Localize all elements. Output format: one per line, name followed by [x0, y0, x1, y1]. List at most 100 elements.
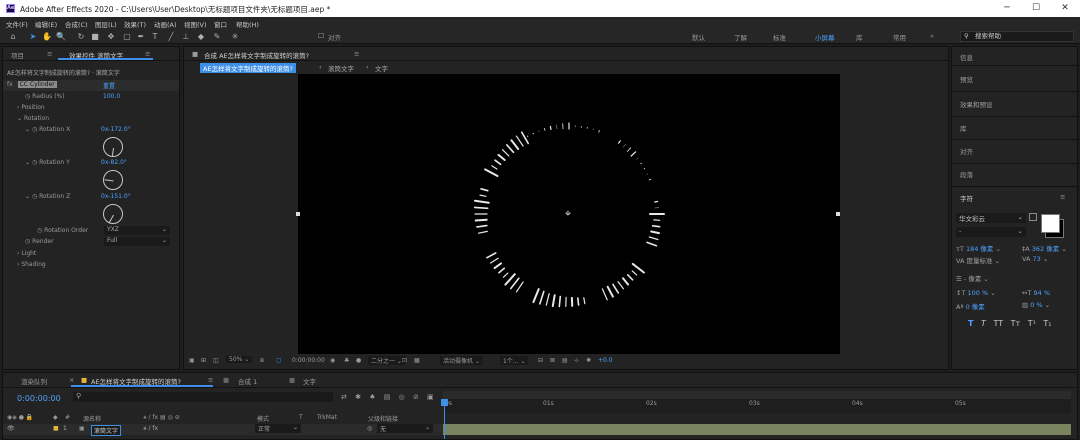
- color-channel-icon[interactable]: ●: [356, 357, 361, 364]
- exposure-value[interactable]: +0.0: [598, 357, 613, 364]
- tab-menu-icon[interactable]: ≡: [208, 376, 213, 384]
- prop-light[interactable]: › Light: [17, 250, 36, 260]
- tsume-field[interactable]: ▥ 0 % ⌄: [1022, 301, 1050, 309]
- graph-editor-icon[interactable]: ⊘: [413, 393, 419, 401]
- menu-edit[interactable]: 编辑(E): [35, 19, 57, 29]
- av-switches-icon[interactable]: ◉◈ ● 🔒: [7, 414, 33, 421]
- workspace-custom[interactable]: 常用: [893, 32, 906, 42]
- rotation-z-dial[interactable]: [103, 204, 123, 224]
- col-source-name[interactable]: 源名称: [83, 414, 101, 423]
- col-trkmat[interactable]: TrkMat: [317, 414, 337, 421]
- eraser-tool-icon[interactable]: ◆: [196, 31, 206, 42]
- stopwatch-icon[interactable]: ◷: [32, 126, 37, 133]
- layer-duration-bar[interactable]: [443, 424, 1071, 435]
- transparency-icon[interactable]: ▢: [276, 357, 282, 364]
- work-area-bar[interactable]: [443, 391, 1071, 399]
- rotation-order-select[interactable]: YXZ ⌄: [104, 226, 170, 235]
- font-style-select[interactable]: - ⌄: [956, 227, 1026, 237]
- workspace-standard[interactable]: 标准: [773, 32, 786, 42]
- tab-project[interactable]: 项目: [11, 50, 24, 60]
- snapshot-icon[interactable]: ◉: [330, 357, 335, 364]
- stopwatch-icon[interactable]: ◷: [37, 227, 42, 234]
- camera-select[interactable]: 活动摄像机 ⌄: [440, 356, 483, 365]
- breadcrumb-main-comp[interactable]: AE怎样将文字制成旋转的滚筒?: [200, 63, 297, 73]
- pen-tool-icon[interactable]: ✒: [136, 31, 146, 42]
- stopwatch-icon[interactable]: ◷: [32, 159, 37, 166]
- mode-select[interactable]: 正常 ⌄: [255, 424, 301, 433]
- menu-view[interactable]: 视图(V): [184, 19, 207, 29]
- rotation-x-dial[interactable]: [103, 137, 123, 157]
- camera-tool-icon[interactable]: ■: [90, 31, 100, 42]
- keyframe-icon[interactable]: ▣: [427, 393, 434, 401]
- workspace-learn[interactable]: 了解: [734, 32, 747, 42]
- prop-shading[interactable]: › Shading: [17, 261, 46, 271]
- flowchart-icon[interactable]: ⊹: [574, 357, 579, 364]
- timeline-icon[interactable]: ▤: [562, 357, 568, 364]
- label-icon[interactable]: ◆: [53, 414, 58, 421]
- brush-tool-icon[interactable]: ╱: [166, 31, 176, 42]
- fx-icon[interactable]: fx: [7, 81, 13, 88]
- rotation-x-value[interactable]: 0x-172.0°: [101, 126, 131, 133]
- type-tool-icon[interactable]: T: [150, 31, 160, 42]
- font-family-select[interactable]: 华文彩云 ⌄: [956, 213, 1026, 223]
- col-parent[interactable]: 父级和链接: [368, 414, 398, 423]
- tab-render-queue[interactable]: 渲染队列: [21, 376, 47, 386]
- rotate-tool-icon[interactable]: ↻: [76, 31, 86, 42]
- zoom-select[interactable]: 50% ⌄: [226, 356, 253, 363]
- rotation-z-value[interactable]: 0x-151.0°: [101, 193, 131, 200]
- reset-exposure-icon[interactable]: ✺: [586, 357, 591, 364]
- radius-value[interactable]: 100.0: [103, 93, 120, 100]
- tab-menu-icon[interactable]: ≡: [354, 50, 359, 58]
- minimize-button[interactable]: ─: [995, 2, 1019, 15]
- clone-tool-icon[interactable]: ⊥: [181, 31, 191, 42]
- roi-icon[interactable]: ⊡: [402, 357, 407, 364]
- superscript-button[interactable]: T¹: [1028, 319, 1036, 328]
- current-time[interactable]: 0:00:00:00: [292, 357, 325, 364]
- resolution-toggle-icon[interactable]: ⧈: [260, 357, 264, 365]
- layer-label-color[interactable]: ■: [53, 425, 59, 432]
- roto-tool-icon[interactable]: ✎: [212, 31, 222, 42]
- panel-menu-icon[interactable]: ≡: [1060, 193, 1065, 201]
- col-mode[interactable]: 模式: [257, 414, 269, 423]
- guides-icon[interactable]: ◫: [213, 357, 219, 364]
- menu-file[interactable]: 文件(F): [6, 19, 28, 29]
- toggle-pixel-icon[interactable]: ⊟: [538, 357, 543, 364]
- motion-blur-icon[interactable]: ◎: [399, 393, 405, 401]
- baseline-field[interactable]: Aª 0 像素: [956, 301, 985, 311]
- zoom-tool-icon[interactable]: 🔍: [56, 31, 66, 42]
- time-ruler[interactable]: 0s 01s 02s 03s 04s 05s: [443, 399, 1071, 413]
- pan-behind-tool-icon[interactable]: ✥: [106, 31, 116, 42]
- subscript-button[interactable]: T₁: [1043, 319, 1051, 328]
- fill-color-swatch[interactable]: [1041, 214, 1060, 233]
- tab-composition[interactable]: 合成 AE怎样将文字制成旋转的滚筒?: [204, 50, 309, 60]
- timeline-timecode[interactable]: 0:00:00:00: [17, 394, 61, 403]
- menu-help[interactable]: 帮助(H): [236, 19, 259, 29]
- close-button[interactable]: ✕: [1053, 2, 1077, 15]
- workspace-libraries[interactable]: 库: [856, 32, 863, 42]
- rotation-y-value[interactable]: 0x-82.0°: [101, 159, 127, 166]
- stopwatch-icon[interactable]: ◷: [25, 238, 30, 245]
- prop-position[interactable]: › Position: [17, 104, 45, 114]
- horizontal-scale-field[interactable]: ↔T 94 %: [1022, 289, 1050, 297]
- eyedropper-icon[interactable]: [1029, 213, 1037, 221]
- faux-italic-button[interactable]: T: [981, 319, 986, 328]
- parent-select[interactable]: 无 ⌄: [377, 424, 433, 433]
- all-caps-button[interactable]: TT: [993, 319, 1003, 328]
- leading-field[interactable]: ‡A 362 像素 ⌄: [1022, 243, 1067, 253]
- small-caps-button[interactable]: Tт: [1011, 319, 1021, 328]
- menu-effect[interactable]: 效果(T): [124, 19, 146, 29]
- puppet-tool-icon[interactable]: ✳: [230, 31, 240, 42]
- playhead-handle[interactable]: [441, 399, 448, 406]
- workspace-small-screen[interactable]: 小屏幕: [815, 32, 835, 42]
- tab-comp-1[interactable]: 合成 1: [238, 376, 257, 386]
- shy-icon[interactable]: ♠: [369, 393, 375, 401]
- effect-name[interactable]: CC Cylinder: [17, 81, 57, 88]
- kerning-field[interactable]: VA 度量标准 ⌄: [956, 255, 1000, 265]
- panel-info[interactable]: 信息: [960, 52, 973, 62]
- workspace-default[interactable]: 默认: [692, 32, 705, 42]
- stopwatch-icon[interactable]: ◷: [32, 193, 37, 200]
- panel-align[interactable]: 对齐: [960, 146, 973, 156]
- prop-rotation-group[interactable]: ⌄ Rotation: [17, 115, 49, 125]
- help-search-input[interactable]: ⚲ 搜索帮助: [960, 31, 1074, 42]
- transparency-grid-icon[interactable]: ▦: [414, 357, 420, 364]
